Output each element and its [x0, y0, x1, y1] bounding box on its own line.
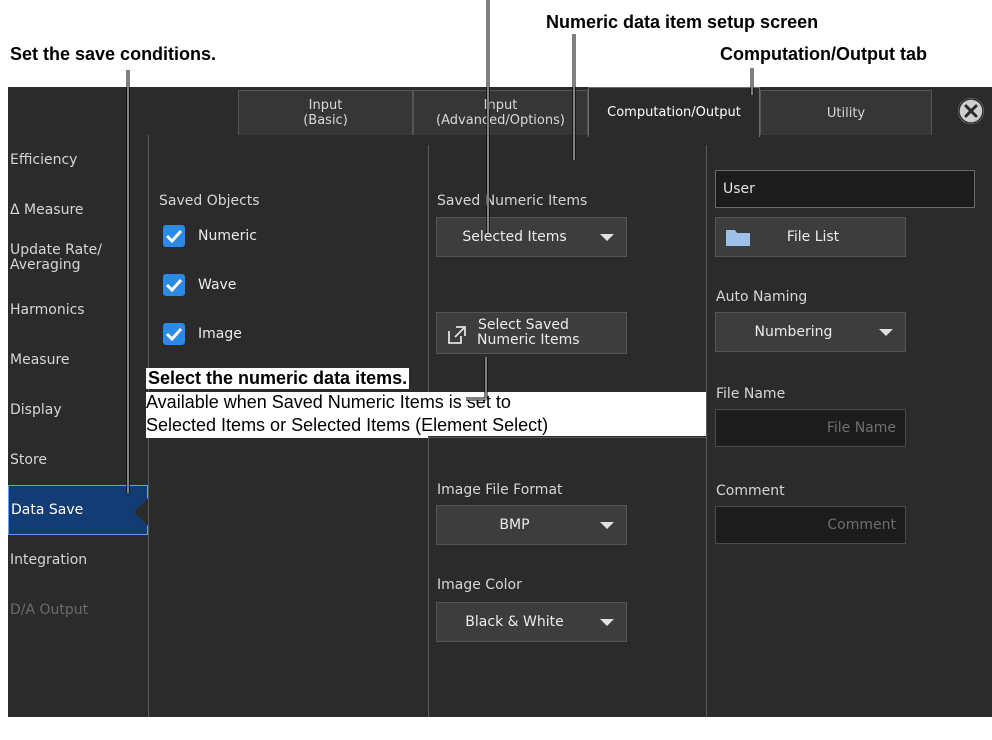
callout-line: [466, 357, 488, 401]
callout-lines: [126, 0, 754, 493]
